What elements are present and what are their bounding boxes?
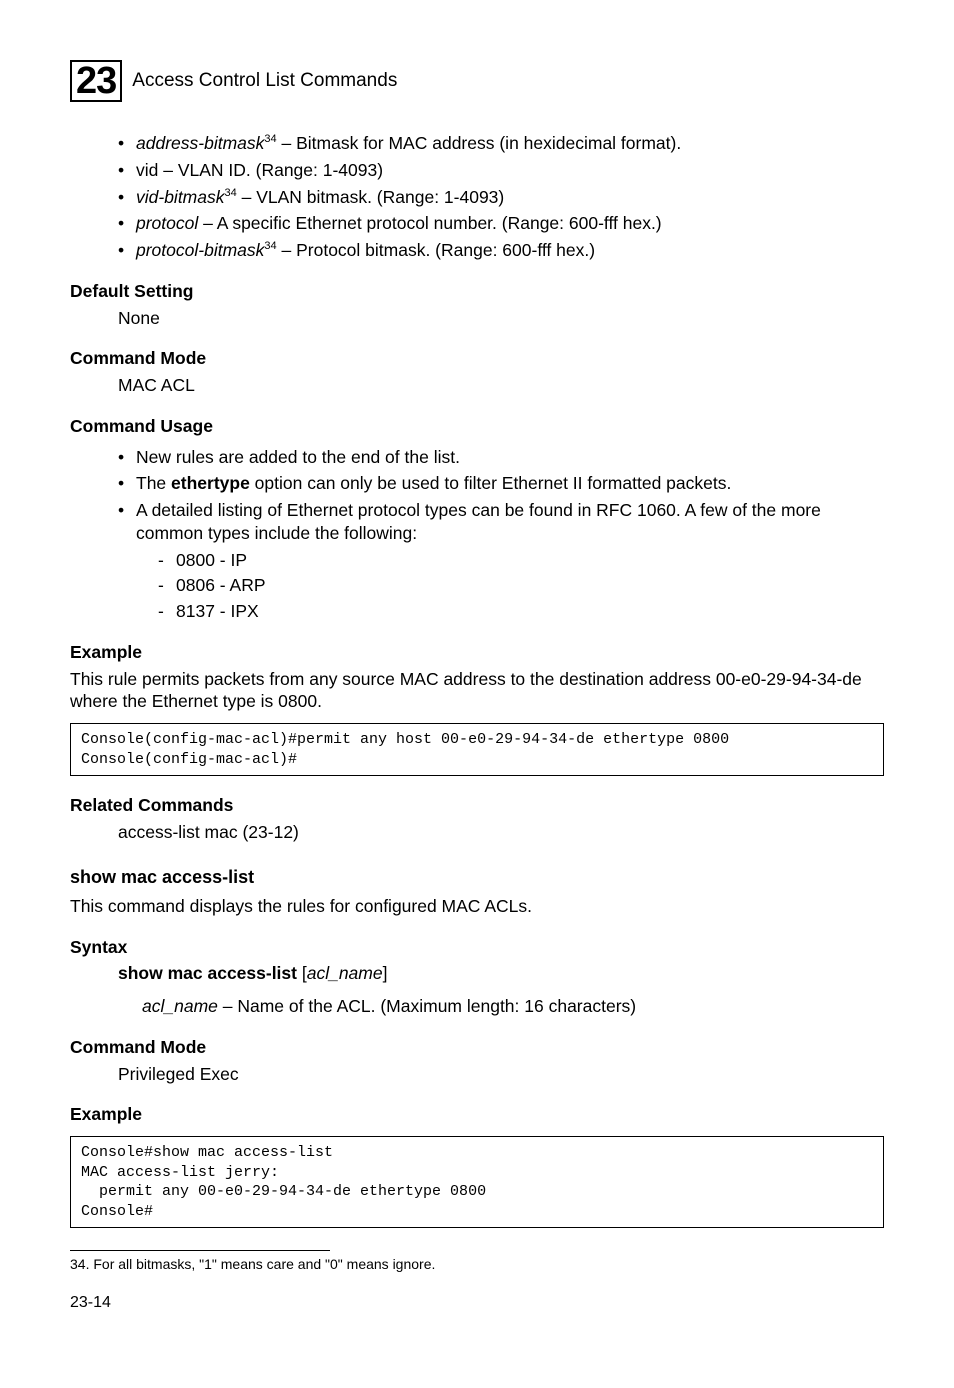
param-name: protocol [136, 213, 198, 233]
param-vid-bitmask: vid-bitmask34 – VLAN bitmask. (Range: 1-… [118, 186, 884, 209]
page-number: 23-14 [70, 1293, 884, 1314]
usage-item: New rules are added to the end of the li… [118, 446, 884, 469]
param-name: address-bitmask [136, 133, 264, 153]
syntax-command: show mac access-list [118, 963, 297, 983]
protocol-type-list: 0800 - IP 0806 - ARP 8137 - IPX [136, 549, 884, 623]
param-desc: – A specific Ethernet protocol number. (… [198, 213, 661, 233]
text: option can only be used to filter Ethern… [250, 473, 732, 493]
footnote-separator [70, 1250, 330, 1251]
command-mode-body: MAC ACL [70, 374, 884, 397]
command-mode-heading: Command Mode [70, 347, 884, 370]
related-commands-body: access-list mac (23-12) [70, 821, 884, 844]
keyword-ethertype: ethertype [171, 473, 250, 493]
param-name: vid-bitmask [136, 187, 225, 207]
parameter-list: address-bitmask34 – Bitmask for MAC addr… [70, 132, 884, 262]
page-header: 23 Access Control List Commands [70, 60, 884, 102]
footnote-text: 34. For all bitmasks, "1" means care and… [70, 1255, 884, 1273]
protocol-type: 8137 - IPX [158, 600, 884, 623]
usage-item: The ethertype option can only be used to… [118, 472, 884, 495]
related-commands-heading: Related Commands [70, 794, 884, 817]
param-desc: – Name of the ACL. (Maximum length: 16 c… [218, 996, 636, 1016]
syntax-param-desc: acl_name – Name of the ACL. (Maximum len… [70, 995, 884, 1018]
param-name: protocol-bitmask [136, 240, 264, 260]
example-heading: Example [70, 641, 884, 664]
syntax-bracket: ] [383, 963, 388, 983]
syntax-arg: acl_name [307, 963, 383, 983]
protocol-type: 0806 - ARP [158, 574, 884, 597]
footnote-ref: 34 [264, 133, 276, 145]
param-name: acl_name [142, 996, 218, 1016]
param-desc: – Protocol bitmask. (Range: 600-fff hex.… [277, 240, 595, 260]
command-description: This command displays the rules for conf… [70, 895, 884, 918]
usage-list: New rules are added to the end of the li… [70, 446, 884, 623]
command-mode-body: Privileged Exec [70, 1063, 884, 1086]
text: A detailed listing of Ethernet protocol … [136, 500, 821, 543]
footnote-ref: 34 [225, 187, 237, 199]
protocol-type: 0800 - IP [158, 549, 884, 572]
param-vid: vid – VLAN ID. (Range: 1-4093) [118, 159, 884, 182]
param-desc: – Bitmask for MAC address (in hexidecima… [277, 133, 682, 153]
usage-item: A detailed listing of Ethernet protocol … [118, 499, 884, 623]
text: The [136, 473, 171, 493]
param-protocol: protocol – A specific Ethernet protocol … [118, 212, 884, 235]
footnote-ref: 34 [264, 240, 276, 252]
code-example: Console#show mac access-list MAC access-… [70, 1136, 884, 1228]
syntax-heading: Syntax [70, 936, 884, 959]
header-title: Access Control List Commands [132, 69, 397, 94]
default-setting-body: None [70, 307, 884, 330]
syntax-bracket: [ [297, 963, 307, 983]
chapter-number-badge: 23 [70, 60, 122, 102]
command-mode-heading: Command Mode [70, 1036, 884, 1059]
example-heading: Example [70, 1103, 884, 1126]
syntax-line: show mac access-list [acl_name] [70, 962, 884, 985]
param-desc: vid – VLAN ID. (Range: 1-4093) [136, 160, 383, 180]
command-heading: show mac access-list [70, 866, 884, 889]
example-description: This rule permits packets from any sourc… [70, 668, 884, 714]
default-setting-heading: Default Setting [70, 280, 884, 303]
param-desc: – VLAN bitmask. (Range: 1-4093) [237, 187, 505, 207]
code-example: Console(config-mac-acl)#permit any host … [70, 723, 884, 776]
command-usage-heading: Command Usage [70, 415, 884, 438]
param-protocol-bitmask: protocol-bitmask34 – Protocol bitmask. (… [118, 239, 884, 262]
param-address-bitmask: address-bitmask34 – Bitmask for MAC addr… [118, 132, 884, 155]
